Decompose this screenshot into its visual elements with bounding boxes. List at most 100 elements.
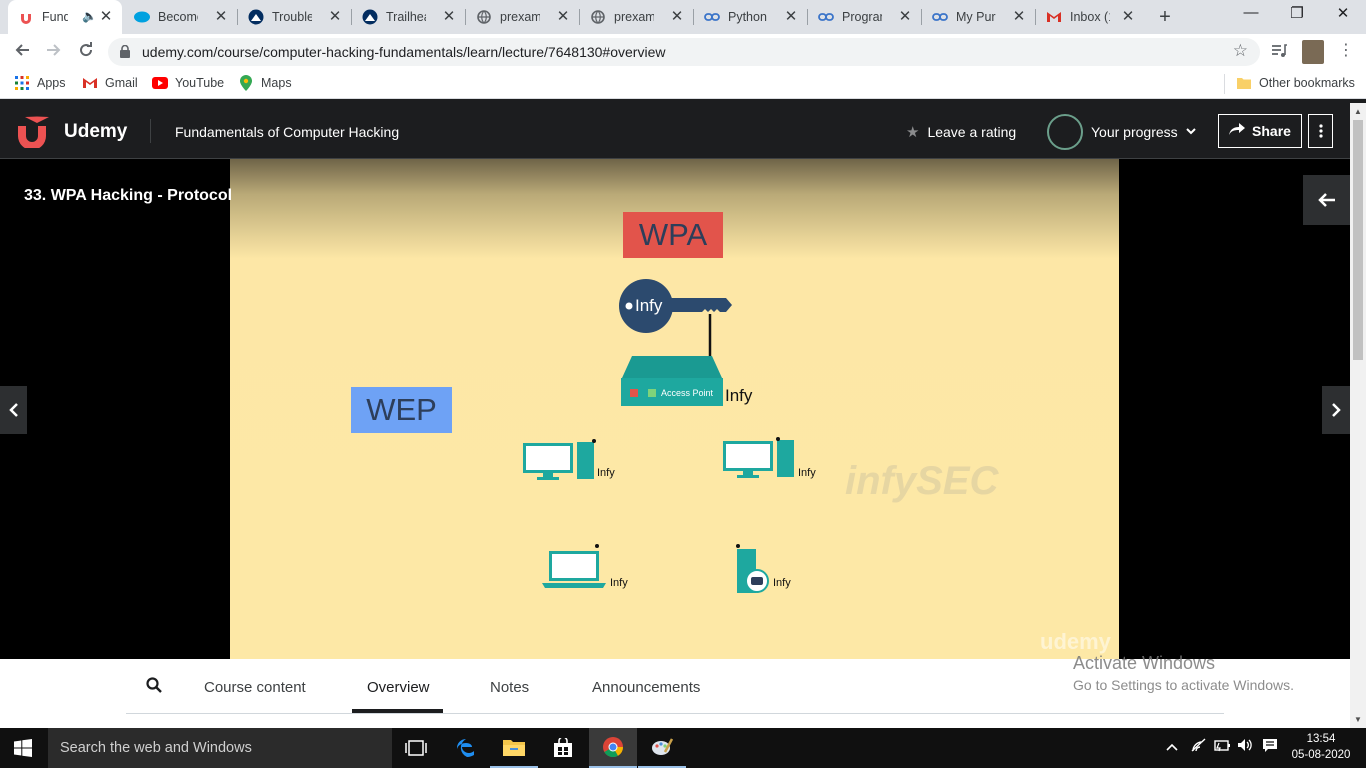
trailhead-icon [362,9,378,25]
scroll-down-icon[interactable]: ▼ [1354,715,1362,724]
gmail-icon [1046,9,1062,25]
store-icon[interactable] [539,728,587,768]
close-icon[interactable]: ✕ [1011,9,1027,25]
new-tab-button[interactable]: + [1155,6,1175,29]
more-options-button[interactable] [1308,114,1333,148]
device-label: Infy [798,467,816,479]
close-icon[interactable]: ✕ [441,9,457,25]
share-label: Share [1252,123,1291,139]
tab-notes[interactable]: Notes [490,679,529,696]
tab-prexam-2[interactable]: prexam.v ✕ [580,0,694,34]
close-icon[interactable]: ✕ [783,9,799,25]
tab-python[interactable]: Python D ✕ [694,0,808,34]
video-player[interactable]: 33. WPA Hacking - Protocol infySEC WPA W… [0,159,1350,659]
your-progress-button[interactable]: Your progress [1047,114,1196,150]
bookmark-maps[interactable]: Maps [238,75,292,91]
server-disk-icon [736,544,769,593]
arrow-left-icon [1317,193,1335,207]
star-icon: ★ [906,124,920,141]
lock-icon[interactable] [120,45,130,58]
key-label: Infy [635,296,663,315]
close-icon[interactable]: ✕ [213,9,229,25]
infysec-watermark: infySEC [845,459,999,503]
course-title[interactable]: Fundamentals of Computer Hacking [175,124,399,140]
tab-become[interactable]: Become ✕ [124,0,238,34]
desktop-computer-icon [523,439,596,480]
back-arrow-icon[interactable] [10,40,34,64]
reload-icon[interactable] [74,40,98,64]
bookmark-youtube[interactable]: YouTube [152,75,224,91]
bookmark-star-icon[interactable]: ☆ [1233,41,1248,61]
maps-pin-icon [238,75,254,91]
gmail-icon [82,75,98,91]
tab-title: prexam.v [500,10,540,24]
tab-announcements[interactable]: Announcements [592,679,700,696]
taskbar-clock[interactable]: 13:54 05-08-2020 [1290,731,1352,763]
previous-lecture-button[interactable] [0,386,27,434]
tab-inbox[interactable]: Inbox (1, ✕ [1036,0,1144,34]
edge-icon[interactable] [442,728,490,768]
udemy-logo-icon [18,116,49,148]
close-icon[interactable]: ✕ [555,9,571,25]
search-button[interactable] [146,677,162,698]
taskbar-time: 13:54 [1306,733,1336,745]
page-scrollbar[interactable]: ▲ ▼ [1350,103,1366,728]
wifi-icon[interactable] [1191,738,1207,755]
bookmark-apps[interactable]: Apps [14,75,66,91]
url-text[interactable]: udemy.com/course/computer-hacking-fundam… [142,44,665,60]
action-center-icon[interactable] [1262,738,1278,755]
minimize-button[interactable]: — [1228,4,1274,21]
maximize-button[interactable]: ❐ [1274,4,1320,22]
paint-icon[interactable] [638,728,686,768]
chrome-icon[interactable] [589,728,637,768]
close-icon[interactable]: ✕ [669,9,685,25]
tab-my-purchases[interactable]: My Purch ✕ [922,0,1036,34]
forward-arrow-icon[interactable] [42,40,66,64]
activate-windows-watermark: Activate Windows Go to Settings to activ… [1073,653,1294,693]
volume-icon[interactable] [1237,738,1253,755]
bookmark-label: YouTube [175,76,225,90]
media-control-icon[interactable] [1270,42,1290,62]
trailhead-icon [248,9,264,25]
udemy-logo[interactable]: Udemy [16,116,127,148]
show-hidden-icons[interactable] [1166,738,1178,754]
tab-title: Become [158,10,198,24]
tab-trailhead[interactable]: Trailhead ✕ [352,0,466,34]
scroll-up-icon[interactable]: ▲ [1354,107,1362,116]
open-sidebar-button[interactable] [1303,175,1350,225]
tab-overview[interactable]: Overview [367,679,430,696]
taskbar-search-box[interactable]: Search the web and Windows [48,728,392,768]
bookmark-label: Other bookmarks [1259,76,1355,90]
leave-rating-label: Leave a rating [927,124,1017,140]
tab-program[interactable]: Program ✕ [808,0,922,34]
close-icon[interactable]: ✕ [897,9,913,25]
next-lecture-button[interactable] [1322,386,1350,434]
speaker-icon[interactable]: 🔈 [82,9,97,23]
tab-prexam-1[interactable]: prexam.v ✕ [466,0,580,34]
taskbar-date: 05-08-2020 [1291,749,1351,761]
battery-icon[interactable] [1214,738,1232,755]
globe-icon [476,9,492,25]
file-explorer-icon[interactable] [490,728,538,768]
close-icon[interactable]: ✕ [327,9,343,25]
leave-rating-button[interactable]: ★ Leave a rating [906,123,1016,141]
tab-troubleshoot[interactable]: Troublesh ✕ [238,0,352,34]
profile-avatar[interactable] [1302,40,1324,64]
close-window-button[interactable]: ✕ [1320,4,1366,22]
share-button[interactable]: Share [1218,114,1302,148]
tab-course-content[interactable]: Course content [204,679,306,696]
address-bar[interactable]: udemy.com/course/computer-hacking-fundam… [108,38,1260,66]
video-frame[interactable]: infySEC WPA WEP Infy Access Point Infy I… [230,159,1119,659]
tab-udemy[interactable]: Fund 🔈 ✕ [8,0,122,34]
task-view-icon[interactable] [392,728,440,768]
bookmark-label: Apps [37,76,66,90]
chrome-menu-icon[interactable]: ⋮ [1336,42,1356,62]
close-icon[interactable]: ✕ [1120,9,1136,25]
close-icon[interactable]: ✕ [98,9,114,25]
windows-start-icon[interactable] [14,739,32,757]
other-bookmarks[interactable]: Other bookmarks [1236,75,1355,91]
scrollbar-thumb[interactable] [1353,120,1363,360]
youtube-icon [152,75,168,91]
bookmark-gmail[interactable]: Gmail [82,75,138,91]
device-label: Infy [597,467,615,479]
